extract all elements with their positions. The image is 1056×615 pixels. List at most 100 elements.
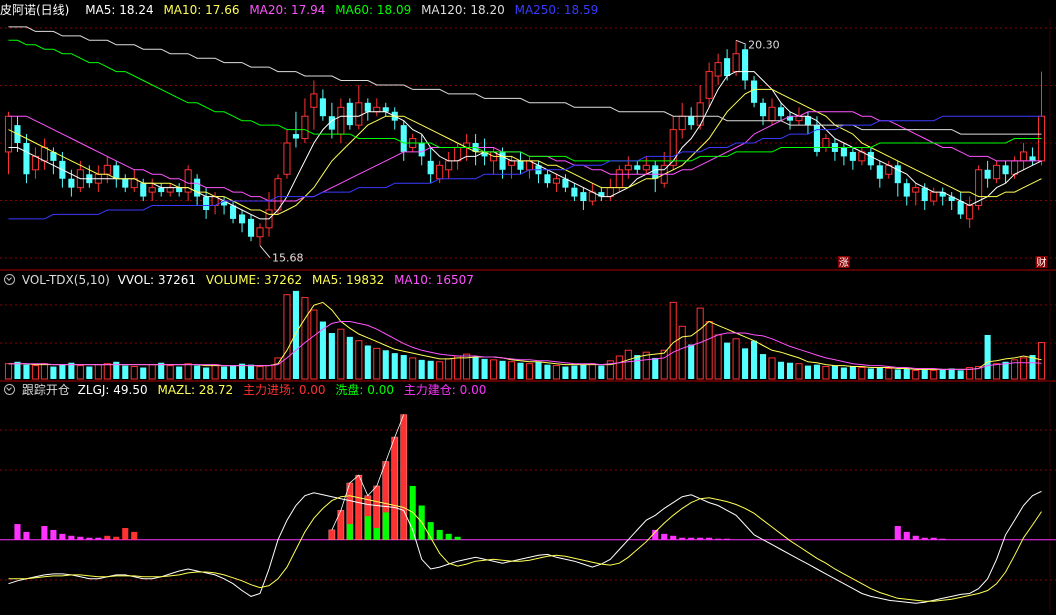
candle-body-up (256, 227, 264, 238)
indicator-line-zlgj (8, 490, 1042, 604)
vol-ma5-readout: MA5: 19832 (312, 273, 385, 287)
volume-bar-down (759, 354, 767, 379)
kline-chart-window: 20.30 15.68 涨 财 皮阿诺(日线) MA5: 18.24 MA10: 17… (0, 0, 1056, 615)
volume-bar-down (481, 358, 488, 379)
volume-bar-up (31, 365, 39, 380)
annotation-layer: 20.30 15.68 涨 财 (259, 38, 1048, 269)
candle-body-up (912, 187, 920, 193)
candle-body-down (418, 143, 425, 157)
stock-title[interactable]: 皮阿诺(日线) (0, 3, 69, 17)
volume-bar-down (86, 366, 93, 379)
wash-bar (454, 536, 461, 540)
candle-body-down (247, 218, 255, 237)
price-panel[interactable] (4, 26, 1046, 246)
volume-bar-up (525, 363, 534, 380)
zlgj-readout: ZLGJ: 49.50 (77, 383, 148, 397)
high-price-label: 20.30 (748, 38, 780, 51)
volume-bar-down (957, 370, 964, 379)
volume-bar-up (40, 363, 48, 380)
ma250-readout: MA250: 18.59 (514, 3, 599, 17)
accum-bar (131, 531, 138, 540)
candle-body-down (742, 49, 749, 81)
accum-bar (391, 436, 399, 541)
volume-bar-up (858, 367, 866, 380)
candle-body-up (283, 142, 291, 175)
event-marker-text: 财 (1037, 256, 1047, 269)
build-bar (104, 538, 111, 540)
candle-body-down (894, 165, 901, 184)
vvol-readout: VVOL: 37261 (117, 273, 197, 287)
candle-body-up (148, 187, 156, 193)
grid-layer (0, 18, 1056, 613)
candle-body-up (624, 164, 632, 171)
volume-panel[interactable] (4, 290, 1046, 380)
candle-body-up (301, 115, 309, 140)
volume-ma-line-ma10 (8, 321, 1042, 370)
volume-bar-up (373, 347, 381, 380)
build-bar (715, 538, 722, 540)
volume-bar-down (948, 368, 955, 379)
volume-bar-down (319, 321, 326, 379)
candle-body-down (777, 107, 785, 117)
volume-bar-up (615, 355, 623, 380)
build-bar (95, 537, 102, 540)
volume-bar-down (427, 360, 434, 379)
candle-body-up (714, 62, 722, 77)
candle-body-up (993, 164, 1001, 180)
candle-body-down (140, 183, 147, 197)
candle-body-down (634, 165, 641, 170)
volume-bar-down (894, 369, 901, 379)
volume-bar-down (418, 359, 425, 379)
volume-bar-up (1019, 357, 1028, 380)
volume-bar-down (984, 334, 991, 379)
candle-body-down (876, 165, 883, 179)
volume-bar-down (831, 365, 838, 379)
volume-bar-down (176, 366, 183, 379)
candle-body-up (966, 205, 974, 220)
candle-body-up (795, 115, 803, 122)
volume-bar-up (678, 325, 686, 380)
high-marker-arrow (735, 39, 747, 45)
indicator-title[interactable]: 跟踪开仓 (22, 383, 70, 397)
candle-body-down (68, 178, 75, 188)
build-bar (68, 535, 75, 540)
indicator-panel-header: 跟踪开仓 ZLGJ: 49.50 MAZL: 28.72 主力进场: 0.00 … (0, 382, 492, 398)
vol-title[interactable]: VOL-TDX(5,10) (22, 273, 110, 287)
indicator-menu-icon[interactable] (4, 384, 15, 395)
volume-bar-up (130, 366, 138, 380)
volume-bar-up (148, 364, 156, 380)
volume-bar-down (813, 364, 820, 379)
candle-body-down (1029, 156, 1036, 161)
mazl-readout: MAZL: 28.72 (157, 383, 234, 397)
indicator-panel[interactable] (0, 414, 1056, 604)
candle-body-down (652, 165, 659, 179)
candle-body-up (373, 106, 381, 113)
volume-bar-down (68, 362, 75, 379)
ma120-readout: MA120: 18.20 (421, 3, 505, 17)
volume-bar-up (912, 369, 920, 380)
volume-bar-up (355, 340, 363, 380)
volume-bar-down (688, 344, 695, 379)
volume-bar-down (364, 345, 371, 379)
volume-bar-up (1037, 342, 1046, 380)
indicator-menu-icon[interactable] (4, 274, 15, 285)
volume-bar-down (867, 368, 874, 379)
build-bar (706, 537, 713, 540)
wash-bar (445, 533, 452, 540)
volume-bar-up (822, 366, 830, 380)
candle-body-up (669, 129, 677, 166)
volume-bar-down (571, 365, 578, 379)
volume-bar-down (23, 364, 30, 379)
build-bar (59, 533, 66, 540)
build-bar (912, 535, 919, 540)
volume-bar-down (346, 336, 353, 379)
volume-bar-down (14, 361, 21, 379)
candle-body-down (688, 116, 695, 126)
accum-readout: 主力进场: 0.00 (242, 383, 326, 397)
candle-body-down (400, 125, 407, 152)
volume-bar-down (499, 360, 506, 379)
volume-readout: VOLUME: 37262 (205, 273, 303, 287)
candle-body-down (1002, 165, 1009, 175)
build-bar (688, 537, 695, 540)
volume-bar-down (751, 340, 758, 379)
